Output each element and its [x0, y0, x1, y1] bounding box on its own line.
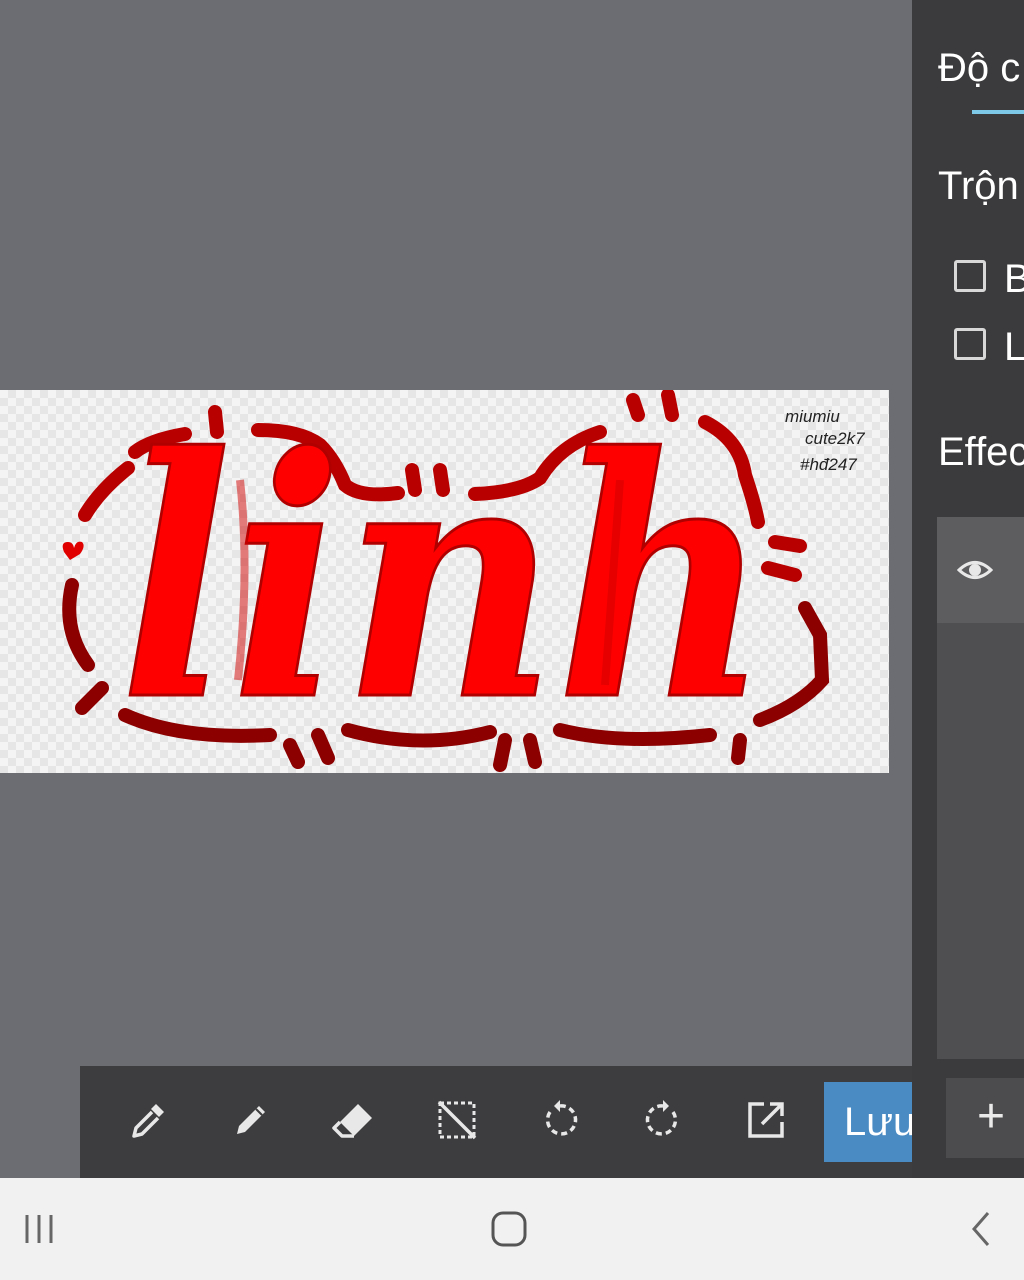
- checkbox-1[interactable]: [954, 260, 986, 292]
- add-layer-button[interactable]: +: [946, 1078, 1024, 1158]
- artwork: linh miumiu cute2k7 #hđ247: [62, 390, 865, 773]
- signature-line-1: miumiu: [785, 407, 840, 426]
- layer-item[interactable]: [937, 517, 1024, 623]
- layer-list[interactable]: [937, 517, 1024, 1059]
- redo-icon[interactable]: [633, 1090, 693, 1150]
- deselect-icon[interactable]: [427, 1090, 487, 1150]
- recent-apps-icon[interactable]: [14, 1204, 64, 1254]
- system-navigation-bar: [0, 1178, 1024, 1280]
- checkbox-2-label: L: [1004, 325, 1024, 369]
- signature-line-3: #hđ247: [800, 455, 857, 474]
- eraser-icon[interactable]: [324, 1090, 384, 1150]
- undo-icon[interactable]: [530, 1090, 590, 1150]
- canvas-workspace[interactable]: linh miumiu cute2k7 #hđ247: [0, 0, 912, 1178]
- layer-properties-panel: Độ c Trộn B L Effec +: [912, 0, 1024, 1178]
- bottom-toolbar: Lưu: [80, 1066, 912, 1178]
- blend-mode-label: Trộn: [938, 164, 1019, 208]
- signature: miumiu cute2k7 #hđ247: [785, 407, 865, 474]
- tab-indicator: [972, 110, 1024, 114]
- drawing-canvas[interactable]: linh miumiu cute2k7 #hđ247: [0, 390, 889, 773]
- export-icon[interactable]: [736, 1090, 796, 1150]
- lettering-text: linh: [120, 390, 770, 773]
- heart-icon: [62, 541, 84, 560]
- pencil-icon[interactable]: [221, 1090, 281, 1150]
- save-button[interactable]: Lưu: [824, 1082, 912, 1162]
- tab-opacity[interactable]: Độ c: [938, 46, 1020, 91]
- home-icon[interactable]: [484, 1204, 534, 1254]
- eye-icon[interactable]: [957, 555, 993, 585]
- signature-line-2: cute2k7: [805, 429, 865, 448]
- checkbox-1-label: B: [1004, 257, 1024, 301]
- eyedropper-icon[interactable]: [118, 1090, 178, 1150]
- main-lettering: linh: [119, 390, 772, 773]
- checkbox-2[interactable]: [954, 328, 986, 360]
- back-icon[interactable]: [956, 1204, 1006, 1254]
- effects-label: Effec: [938, 430, 1024, 474]
